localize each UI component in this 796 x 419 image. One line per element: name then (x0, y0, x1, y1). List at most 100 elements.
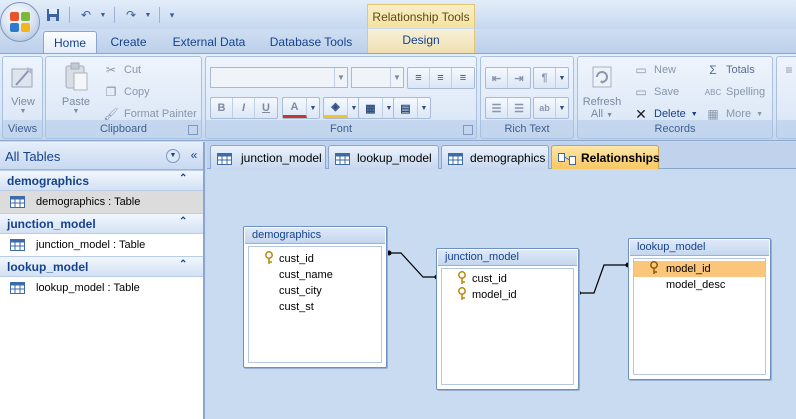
field-cust-name[interactable]: cust_name (279, 267, 333, 283)
chevron-down-icon: ▼ (558, 74, 566, 82)
italic-icon[interactable]: I (233, 98, 255, 118)
decrease-indent-icon[interactable]: ⇤ (486, 68, 508, 88)
table-demographics[interactable]: demographics cust_id cust_name cust_city… (243, 226, 387, 368)
font-launcher-icon[interactable] (463, 125, 473, 135)
nav-group-label: demographics (7, 174, 90, 188)
tab-design[interactable]: Design (367, 29, 475, 53)
delete-label: Delete (654, 108, 686, 120)
increase-indent-icon[interactable]: ⇥ (508, 68, 530, 88)
tab-database-tools[interactable]: Database Tools (263, 31, 359, 53)
font-size-combo[interactable]: ▼ (351, 67, 404, 88)
nav-group-demographics[interactable]: demographics ⌃ (0, 170, 203, 191)
chevron-down-icon: ▼ (606, 112, 614, 119)
tab-create[interactable]: Create (101, 31, 156, 53)
new-record-button[interactable]: ▭ New (633, 61, 676, 79)
collapse-icon[interactable]: ⌃ (179, 216, 187, 227)
save-icon[interactable] (43, 6, 63, 24)
view-label: View (11, 96, 35, 108)
align-left-icon[interactable]: ≡ (408, 68, 430, 88)
undo-dropdown-icon[interactable]: ▼ (98, 6, 108, 24)
fill-color-button[interactable]: ◈ ▼ (323, 97, 361, 119)
font-color-button[interactable]: A ▼ (282, 97, 320, 119)
field-model-desc[interactable]: model_desc (666, 277, 725, 293)
highlight-button[interactable]: ab ▼ (533, 97, 569, 119)
rich-text-group-label: Rich Text (504, 123, 550, 135)
alternate-fill-button[interactable]: ▤ ▼ (393, 97, 431, 119)
save-label: Save (654, 86, 680, 98)
align-right-icon[interactable]: ≡ (452, 68, 474, 88)
nav-header[interactable]: All Tables ▼ « (0, 142, 203, 170)
relationships-canvas[interactable]: demographics cust_id cust_name cust_city… (207, 170, 796, 419)
redo-dropdown-icon[interactable]: ▼ (143, 6, 153, 24)
primary-key-icon (264, 251, 274, 265)
customize-qat-icon[interactable]: ▾ (166, 6, 178, 24)
quick-access-toolbar: ↶ ▼ ↷ ▼ ▾ (43, 5, 178, 25)
scissors-icon: ✂ (105, 63, 117, 77)
field-cust-city[interactable]: cust_city (279, 283, 322, 299)
redo-icon[interactable]: ↷ (121, 6, 141, 24)
collapse-icon[interactable]: ⌃ (179, 259, 187, 270)
totals-button[interactable]: Σ Totals (705, 61, 755, 79)
field-list: cust_id model_id (441, 268, 574, 385)
table-icon (10, 282, 25, 297)
table-junction-model[interactable]: junction_model cust_id model_id (436, 248, 579, 390)
save-record-button[interactable]: ▭ Save (633, 83, 679, 101)
bulleted-list-icon[interactable]: ☰ (486, 98, 508, 118)
field-cust-id[interactable]: cust_id (279, 251, 314, 267)
font-group-label: Font (329, 123, 352, 135)
find-partial-button[interactable]: ≡ (781, 61, 796, 79)
nav-item-demographics-table[interactable]: demographics : Table (0, 191, 203, 213)
view-button[interactable]: View ▼ (5, 61, 41, 115)
totals-label: Totals (726, 64, 755, 76)
navigation-pane: All Tables ▼ « demographics ⌃ demographi… (0, 142, 205, 419)
field-model-id[interactable]: model_id (472, 287, 517, 303)
find-icon: ≡ (785, 63, 793, 77)
tab-home[interactable]: Home (43, 31, 97, 53)
undo-icon[interactable]: ↶ (76, 6, 96, 24)
field-cust-st[interactable]: cust_st (279, 299, 314, 315)
chevron-down-icon: ▼ (309, 104, 317, 112)
doc-tab-relationships[interactable]: Relationships (551, 145, 660, 169)
gridlines-icon: ▦ (359, 98, 383, 118)
numbered-list-icon[interactable]: ☰ (508, 98, 530, 118)
new-record-icon: ▭ (635, 63, 647, 77)
doc-tab-demographics[interactable]: demographics (441, 145, 549, 169)
table-icon (448, 150, 463, 172)
paste-button[interactable]: Paste ▼ (52, 61, 100, 115)
chevron-down-icon[interactable]: ▼ (166, 149, 180, 163)
more-icon: ▦ (707, 107, 719, 121)
bold-icon[interactable]: B (211, 98, 233, 118)
shutter-bar-close-icon[interactable]: « (186, 147, 202, 163)
field-cust-id[interactable]: cust_id (472, 271, 507, 287)
clipboard-launcher-icon[interactable] (188, 125, 198, 135)
group-records: Refresh All ▼ ▭ New ▭ Save ✕ Delete ▼ Σ … (577, 56, 773, 139)
doc-tab-lookup-model[interactable]: lookup_model (328, 145, 439, 169)
nav-item-junction-model-table[interactable]: junction_model : Table (0, 234, 203, 256)
nav-item-lookup-model-table[interactable]: lookup_model : Table (0, 277, 203, 299)
gridlines-button[interactable]: ▦ ▼ (358, 97, 396, 119)
paragraph-direction-button[interactable]: ¶ ▼ (533, 67, 569, 89)
doc-tab-junction-model[interactable]: junction_model (210, 145, 326, 169)
align-center-icon[interactable]: ≡ (430, 68, 452, 88)
table-title[interactable]: junction_model (438, 250, 577, 266)
table-title[interactable]: lookup_model (630, 240, 769, 256)
views-group-label: Views (7, 123, 38, 135)
cut-button[interactable]: ✂ Cut (103, 61, 141, 79)
office-button[interactable] (0, 2, 40, 42)
delete-x-icon: ✕ (635, 105, 647, 122)
font-name-combo[interactable]: ▼ (210, 67, 348, 88)
nav-group-label: junction_model (7, 217, 96, 231)
underline-icon[interactable]: U (255, 98, 277, 118)
table-title[interactable]: demographics (245, 228, 385, 244)
field-model-id[interactable]: model_id (666, 261, 711, 277)
nav-group-lookup-model[interactable]: lookup_model ⌃ (0, 256, 203, 277)
table-icon (10, 239, 25, 254)
refresh-all-button[interactable]: Refresh All ▼ (580, 61, 624, 120)
table-lookup-model[interactable]: lookup_model model_id model_desc (628, 238, 771, 380)
collapse-icon[interactable]: ⌃ (179, 173, 187, 184)
spelling-button[interactable]: ABC Spelling (705, 83, 765, 101)
nav-group-junction-model[interactable]: junction_model ⌃ (0, 213, 203, 234)
tab-external-data[interactable]: External Data (163, 31, 255, 53)
save-record-icon: ▭ (635, 85, 647, 99)
copy-button[interactable]: ❐ Copy (103, 83, 150, 101)
